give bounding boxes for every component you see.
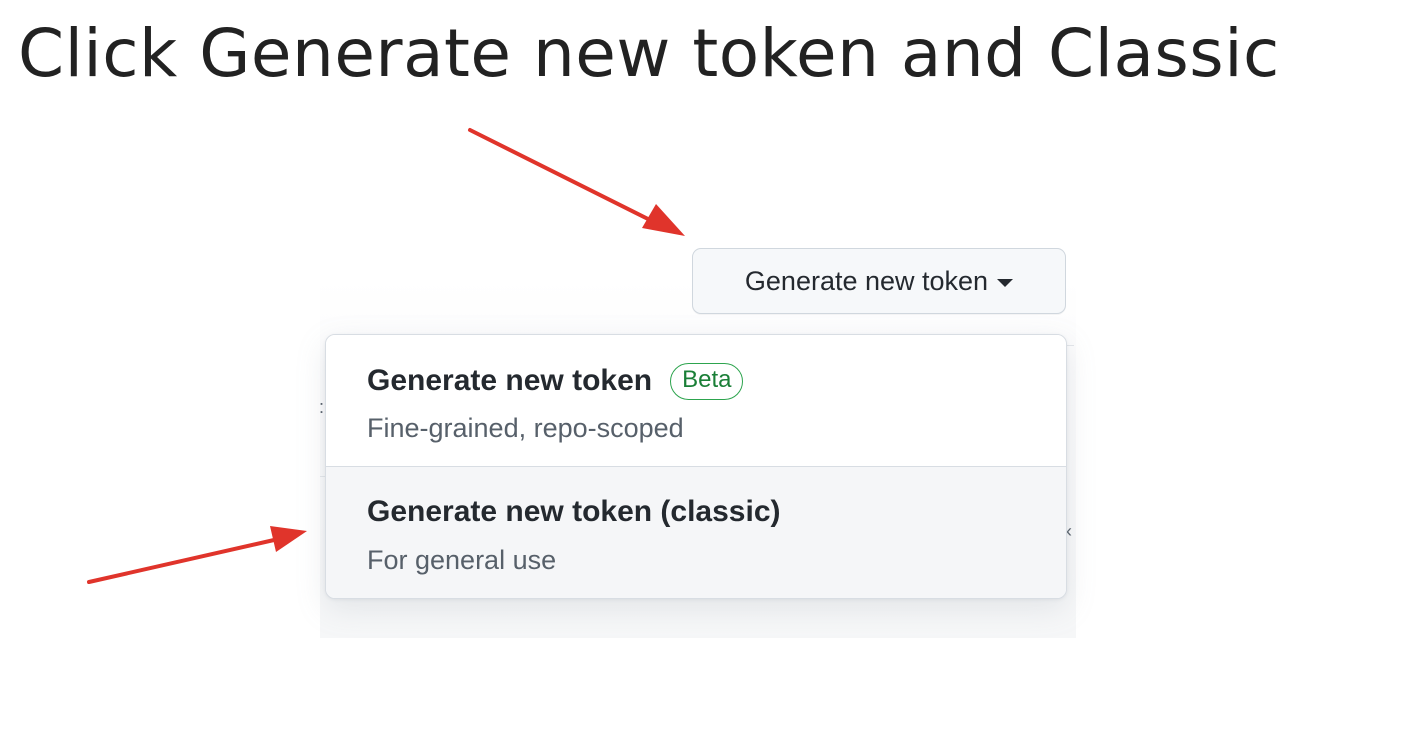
menu-item-title: Generate new token (classic) — [367, 495, 781, 528]
generate-token-dropdown-menu: Generate new token Beta Fine-grained, re… — [325, 334, 1067, 599]
page-title: Click Generate new token and Classic — [18, 15, 1280, 92]
menu-item-title-row: Generate new token Beta — [367, 363, 744, 400]
menu-item-fine-grained-token[interactable]: Generate new token Beta Fine-grained, re… — [326, 335, 1066, 467]
divider — [1066, 345, 1074, 346]
menu-item-description: Fine-grained, repo-scoped — [367, 413, 684, 443]
partial-text-glyph: : — [319, 397, 325, 417]
menu-item-description: For general use — [367, 545, 557, 575]
menu-item-title-row: Generate new token (classic) — [367, 495, 781, 529]
arrow-to-classic-item — [87, 526, 307, 584]
generate-button-label: Generate new token — [744, 265, 989, 296]
beta-badge: Beta — [670, 363, 744, 400]
menu-item-classic-token[interactable]: Generate new token (classic) For general… — [326, 467, 1066, 598]
chevron-down-icon — [997, 278, 1014, 287]
arrow-to-generate-button — [468, 128, 685, 236]
generate-new-token-button[interactable]: Generate new token — [692, 248, 1066, 314]
menu-item-title: Generate new token — [367, 364, 653, 398]
